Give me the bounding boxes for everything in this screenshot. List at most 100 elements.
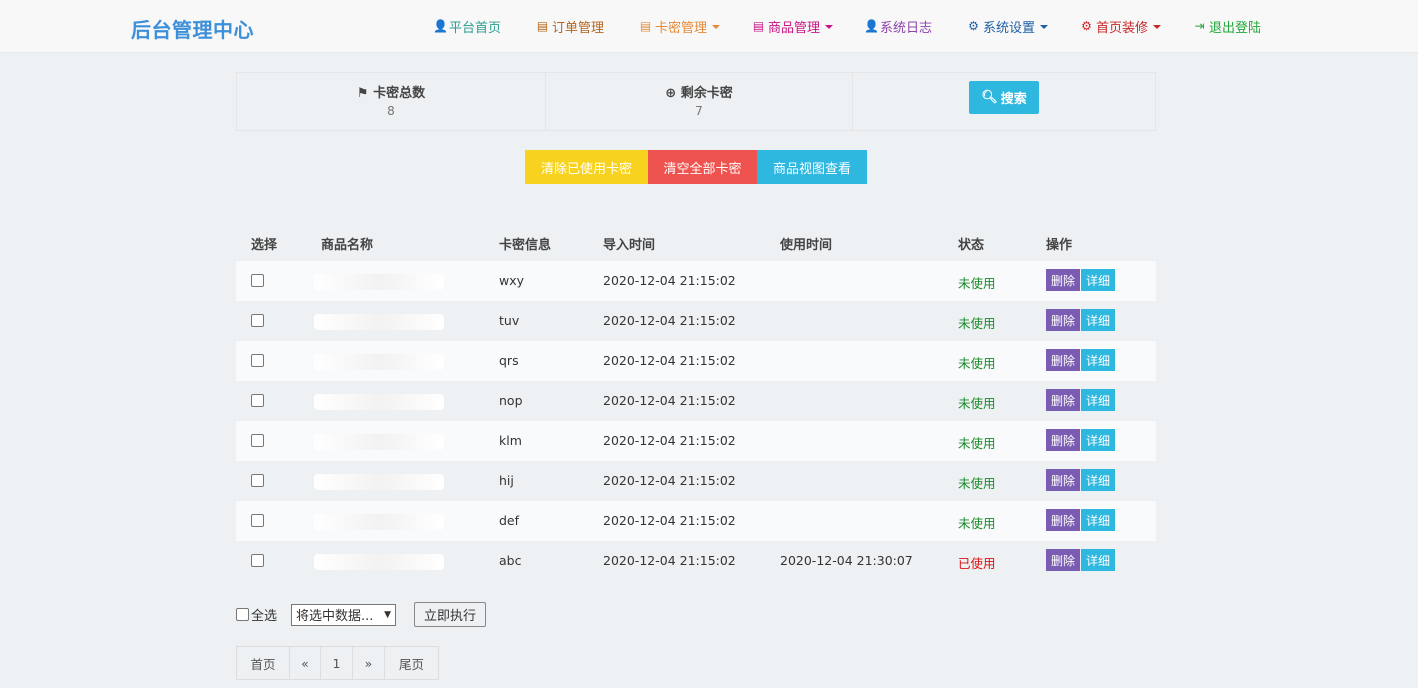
batch-action-select[interactable]: 将选中数据... ▼	[291, 603, 397, 626]
delete-button[interactable]: 删除	[1046, 469, 1081, 491]
brand-title[interactable]: 后台管理中心	[131, 14, 254, 43]
row-checkbox[interactable]	[251, 514, 264, 527]
nav-item-label: 退出登陆	[1209, 21, 1262, 36]
detail-button[interactable]: 详细	[1081, 469, 1116, 491]
table-body: wxy 2020-12-04 21:15:02 未使用 删除 详细 tuv 2020-12-…	[236, 261, 1156, 581]
redacted-product-name	[314, 354, 444, 370]
goods-view-button[interactable]: 商品视图查看	[757, 150, 867, 184]
nav-item-label: 卡密管理	[655, 21, 708, 36]
select-all-checkbox[interactable]	[236, 608, 249, 621]
row-checkbox[interactable]	[251, 354, 264, 367]
execute-button[interactable]: 立即执行	[414, 602, 487, 627]
nav-item-6[interactable]: ⚙ 首页装修	[1080, 17, 1162, 36]
delete-button[interactable]: 删除	[1046, 389, 1081, 411]
logout-icon: ⇥	[1194, 19, 1205, 33]
import-time: 2020-12-04 21:15:02	[603, 553, 736, 568]
clear-all-button[interactable]: 清空全部卡密	[648, 150, 757, 184]
delete-button[interactable]: 删除	[1046, 309, 1081, 331]
delete-button[interactable]: 删除	[1046, 349, 1081, 371]
header-actions: 操作	[1046, 238, 1073, 253]
detail-button[interactable]: 详细	[1081, 269, 1116, 291]
nav-item-2[interactable]: ▤ 卡密管理	[639, 17, 721, 36]
header-use-time: 使用时间	[780, 238, 833, 253]
page-prev[interactable]: «	[290, 646, 321, 680]
import-time: 2020-12-04 21:15:02	[603, 513, 736, 528]
nav-item-5[interactable]: ⚙ 系统设置	[967, 17, 1049, 36]
detail-button[interactable]: 详细	[1081, 389, 1116, 411]
page-next[interactable]: »	[353, 646, 385, 680]
card-info: klm	[499, 433, 522, 448]
nav-item-label: 商品管理	[768, 21, 821, 36]
card-info: tuv	[499, 313, 520, 328]
nav-item-4[interactable]: 👤 系统日志	[864, 17, 932, 37]
redacted-product-name	[314, 314, 444, 330]
status-text: 未使用	[958, 356, 996, 371]
nav-item-label: 系统设置	[983, 21, 1036, 36]
clear-used-button[interactable]: 清除已使用卡密	[525, 150, 648, 184]
nav-item-7[interactable]: ⇥ 退出登陆	[1193, 17, 1262, 37]
card-info: hij	[499, 473, 514, 488]
row-actions: 删除 详细	[1046, 349, 1116, 371]
card-table: 选择 商品名称 卡密信息 导入时间 使用时间 状态 操作 wxy 2020-12-…	[236, 222, 1156, 581]
page-number-1[interactable]: 1	[321, 646, 353, 680]
row-checkbox[interactable]	[251, 434, 264, 447]
page-last[interactable]: 尾页	[385, 646, 439, 680]
stat-total-label: ⚑ 卡密总数	[356, 86, 426, 101]
status-text: 未使用	[958, 396, 996, 411]
import-time: 2020-12-04 21:15:02	[603, 473, 736, 488]
caret-down-icon	[1040, 24, 1049, 29]
action-button-group: 清除已使用卡密 清空全部卡密 商品视图查看	[525, 150, 867, 184]
import-time: 2020-12-04 21:15:02	[603, 273, 736, 288]
use-time: 2020-12-04 21:30:07	[780, 553, 913, 568]
delete-button[interactable]: 删除	[1046, 429, 1081, 451]
table-header: 选择 商品名称 卡密信息 导入时间 使用时间 状态 操作	[236, 222, 1156, 261]
row-checkbox[interactable]	[251, 394, 264, 407]
detail-button[interactable]: 详细	[1081, 349, 1116, 371]
status-text: 未使用	[958, 436, 996, 451]
delete-button[interactable]: 删除	[1046, 509, 1081, 531]
row-checkbox[interactable]	[251, 554, 264, 567]
user-icon: 👤	[433, 19, 448, 33]
page-first[interactable]: 首页	[236, 646, 290, 680]
stat-remaining-value: 7	[695, 104, 703, 118]
redacted-product-name	[314, 274, 444, 290]
stat-total: ⚑ 卡密总数 8	[237, 73, 545, 130]
table-row: klm 2020-12-04 21:15:02 未使用 删除 详细	[236, 421, 1156, 461]
search-button[interactable]: 🔍︎ 搜索	[969, 81, 1039, 114]
header-select: 选择	[251, 238, 278, 253]
table-row: abc 2020-12-04 21:15:02 2020-12-04 21:30:0…	[236, 541, 1156, 581]
import-time: 2020-12-04 21:15:02	[603, 353, 736, 368]
status-text: 未使用	[958, 476, 996, 491]
status-text: 已使用	[958, 556, 996, 571]
stats-panel: ⚑ 卡密总数 8 ⊕ 剩余卡密 7 🔍︎ 搜索	[236, 72, 1156, 131]
status-text: 未使用	[958, 516, 996, 531]
nav-item-3[interactable]: ▤ 商品管理	[752, 17, 834, 36]
row-actions: 删除 详细	[1046, 429, 1116, 451]
caret-down-icon	[1153, 24, 1162, 29]
stat-remaining-label: ⊕ 剩余卡密	[665, 86, 733, 101]
row-checkbox[interactable]	[251, 314, 264, 327]
select-all-label[interactable]: 全选	[251, 605, 277, 624]
detail-button[interactable]: 详细	[1081, 549, 1116, 571]
card-info: wxy	[499, 273, 525, 288]
stat-remaining: ⊕ 剩余卡密 7	[546, 73, 852, 130]
nav-item-1[interactable]: ▤ 订单管理	[536, 17, 604, 37]
delete-button[interactable]: 删除	[1046, 269, 1081, 291]
nav-item-0[interactable]: 👤 平台首页	[433, 17, 501, 37]
nav-item-label: 首页装修	[1096, 21, 1149, 36]
detail-button[interactable]: 详细	[1081, 509, 1116, 531]
book-icon: ▤	[639, 19, 652, 33]
search-icon: 🔍︎	[981, 90, 998, 105]
header-card-info: 卡密信息	[499, 238, 552, 253]
row-checkbox[interactable]	[251, 474, 264, 487]
caret-down-icon	[825, 24, 834, 29]
table-row: hij 2020-12-04 21:15:02 未使用 删除 详细	[236, 461, 1156, 501]
card-info: def	[499, 513, 520, 528]
gear-icon: ⚙	[1081, 19, 1092, 33]
row-actions: 删除 详细	[1046, 509, 1116, 531]
delete-button[interactable]: 删除	[1046, 549, 1081, 571]
row-checkbox[interactable]	[251, 274, 264, 287]
redacted-product-name	[314, 394, 444, 410]
detail-button[interactable]: 详细	[1081, 309, 1116, 331]
detail-button[interactable]: 详细	[1081, 429, 1116, 451]
